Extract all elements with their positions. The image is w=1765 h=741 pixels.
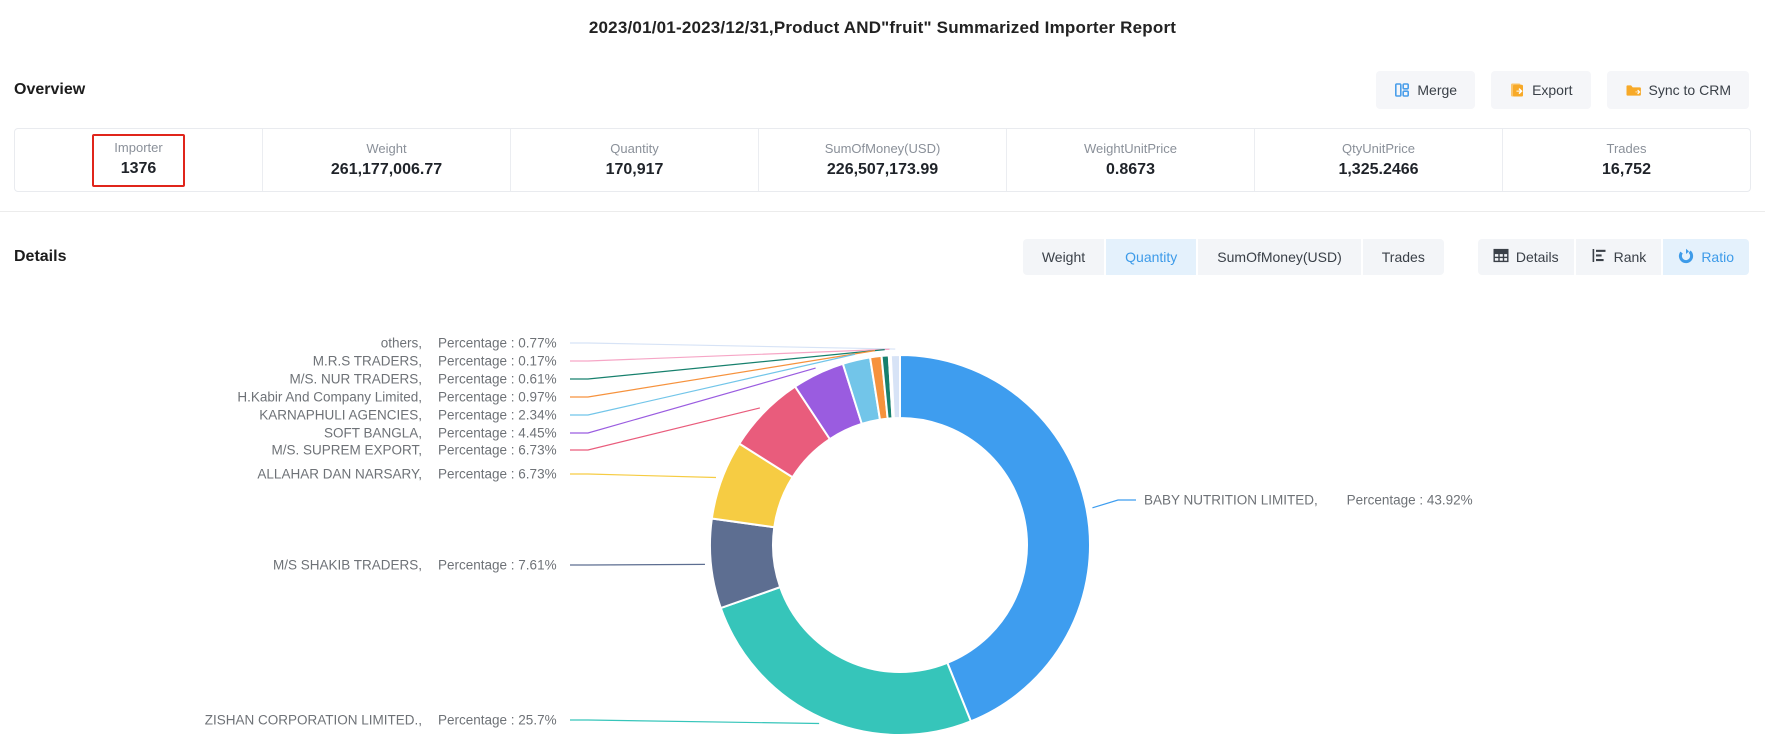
tab-label: SumOfMoney(USD) (1217, 249, 1341, 265)
stat-value: 261,177,006.77 (331, 162, 442, 178)
stat-value: 16,752 (1602, 162, 1651, 178)
chart-label-name-m-r-s-traders: M.R.S TRADERS, (313, 354, 422, 369)
stat-trades: Trades 16,752 (1502, 129, 1750, 191)
chart-label-value-soft-bangla: Percentage : 4.45% (438, 426, 557, 441)
folder-sync-icon (1625, 82, 1642, 98)
view-rank-button[interactable]: Rank (1576, 239, 1662, 275)
view-details-button[interactable]: Details (1478, 239, 1574, 275)
button-label: Rank (1614, 249, 1647, 265)
stat-label: SumOfMoney(USD) (825, 142, 941, 155)
stat-value: 170,917 (606, 162, 664, 178)
stat-label: QtyUnitPrice (1342, 142, 1415, 155)
button-label: Sync to CRM (1649, 82, 1731, 98)
chart-label-value-m-s-suprem-export: Percentage : 6.73% (438, 443, 557, 458)
rank-icon (1591, 248, 1607, 266)
highlight-red-box: Importer 1376 (92, 134, 184, 187)
export-button[interactable]: Export (1491, 71, 1590, 109)
stat-sumofmoney-usd: SumOfMoney(USD) 226,507,173.99 (758, 129, 1006, 191)
leader-line-m-s-shakib-traders (570, 564, 705, 565)
tab-weight[interactable]: Weight (1023, 239, 1104, 275)
ratio-icon (1678, 248, 1694, 267)
stat-label: Quantity (610, 142, 658, 155)
stat-qtyunitprice: QtyUnitPrice 1,325.2466 (1254, 129, 1502, 191)
stat-value: 0.8673 (1106, 162, 1155, 178)
leader-line-allahar-dan-narsary (570, 474, 716, 478)
importer-ratio-chart: others, Percentage : 0.77% M.R.S TRADERS, P… (0, 280, 1765, 741)
stat-importer: Importer 1376 (15, 129, 262, 191)
leader-line-m-s-suprem-export (570, 408, 760, 450)
chart-label-name-allahar-dan-narsary: ALLAHAR DAN NARSARY, (257, 467, 422, 482)
overview-header: Overview Merge Export Sync to CRM (14, 70, 1749, 110)
tab-label: Trades (1382, 249, 1425, 265)
tab-trades[interactable]: Trades (1363, 239, 1444, 275)
button-label: Details (1516, 249, 1559, 265)
stat-label: Trades (1607, 142, 1647, 155)
merge-button[interactable]: Merge (1376, 71, 1475, 109)
stat-value: 1,325.2466 (1338, 162, 1418, 178)
stat-weight: Weight 261,177,006.77 (262, 129, 510, 191)
view-ratio-button[interactable]: Ratio (1663, 239, 1749, 275)
chart-label-name-karnaphuli-agencies: KARNAPHULI AGENCIES, (259, 408, 422, 423)
report-page: 2023/01/01-2023/12/31,Product AND"fruit"… (0, 0, 1765, 741)
donut-slice-zishan-corporation-limited[interactable] (721, 587, 971, 735)
chart-label-value-m-s-nur-traders: Percentage : 0.61% (438, 372, 557, 387)
tab-label: Weight (1042, 249, 1085, 265)
tab-label: Quantity (1125, 249, 1177, 265)
page-title: 2023/01/01-2023/12/31,Product AND"fruit"… (0, 18, 1765, 38)
view-buttons: Details Rank Ratio (1478, 239, 1749, 275)
chart-label-value-karnaphuli-agencies: Percentage : 2.34% (438, 408, 557, 423)
chart-label-name-m-s-nur-traders: M/S. NUR TRADERS, (289, 372, 422, 387)
details-controls: Weight Quantity SumOfMoney(USD) Trades Deta… (1023, 239, 1749, 275)
chart-label-name-others: others, (381, 336, 422, 351)
leader-line-zishan-corporation-limited (570, 720, 819, 724)
chart-label-name-soft-bangla: SOFT BANGLA, (324, 426, 422, 441)
leader-line-baby-nutrition-limited (1092, 500, 1136, 508)
stat-weightunitprice: WeightUnitPrice 0.8673 (1006, 129, 1254, 191)
stat-label: WeightUnitPrice (1084, 142, 1177, 155)
tab-sumofmoney-usd[interactable]: SumOfMoney(USD) (1198, 239, 1360, 275)
stat-value: 226,507,173.99 (827, 162, 938, 178)
chart-label-value-h-kabir-and-company-limited: Percentage : 0.97% (438, 390, 557, 405)
chart-label-name-m-s-suprem-export: M/S. SUPREM EXPORT, (271, 443, 422, 458)
stat-value: 1376 (121, 161, 157, 177)
donut-slice-baby-nutrition-limited[interactable] (900, 355, 1090, 721)
chart-label-name-h-kabir-and-company-limited: H.Kabir And Company Limited, (237, 390, 422, 405)
button-label: Merge (1417, 82, 1457, 98)
leader-line-m-r-s-traders (570, 349, 889, 361)
sync-to-crm-button[interactable]: Sync to CRM (1607, 71, 1749, 109)
table-icon (1493, 248, 1509, 266)
chart-label-value-allahar-dan-narsary: Percentage : 6.73% (438, 467, 557, 482)
action-buttons: Merge Export Sync to CRM (1376, 71, 1749, 109)
chart-label-value-m-s-shakib-traders: Percentage : 7.61% (438, 558, 557, 573)
chart-label-name-m-s-shakib-traders: M/S SHAKIB TRADERS, (273, 558, 422, 573)
chart-label-value-others: Percentage : 0.77% (438, 336, 557, 351)
details-heading: Details (14, 248, 66, 266)
stat-quantity: Quantity 170,917 (510, 129, 758, 191)
stat-label: Weight (366, 142, 406, 155)
leader-line-others (570, 343, 895, 349)
overview-stats-card: Importer 1376 Weight 261,177,006.77 Quantity… (14, 128, 1751, 192)
tab-quantity[interactable]: Quantity (1106, 239, 1196, 275)
stat-label: Importer (114, 141, 162, 154)
metric-tabs: Weight Quantity SumOfMoney(USD) Trades (1023, 239, 1444, 275)
chart-label-value-zishan-corporation-limited: Percentage : 25.7% (438, 713, 557, 728)
chart-label-name-baby-nutrition-limited: BABY NUTRITION LIMITED, (1144, 493, 1318, 508)
merge-icon (1394, 82, 1410, 98)
chart-label-name-zishan-corporation-limited: ZISHAN CORPORATION LIMITED., (205, 713, 422, 728)
button-label: Ratio (1701, 249, 1734, 265)
overview-heading: Overview (14, 81, 85, 99)
section-divider (0, 211, 1765, 212)
chart-label-value-m-r-s-traders: Percentage : 0.17% (438, 354, 557, 369)
button-label: Export (1532, 82, 1572, 98)
details-header: Details Weight Quantity SumOfMoney(USD) Tra… (14, 238, 1749, 276)
export-icon (1509, 82, 1525, 98)
chart-label-value-baby-nutrition-limited: Percentage : 43.92% (1347, 493, 1473, 508)
